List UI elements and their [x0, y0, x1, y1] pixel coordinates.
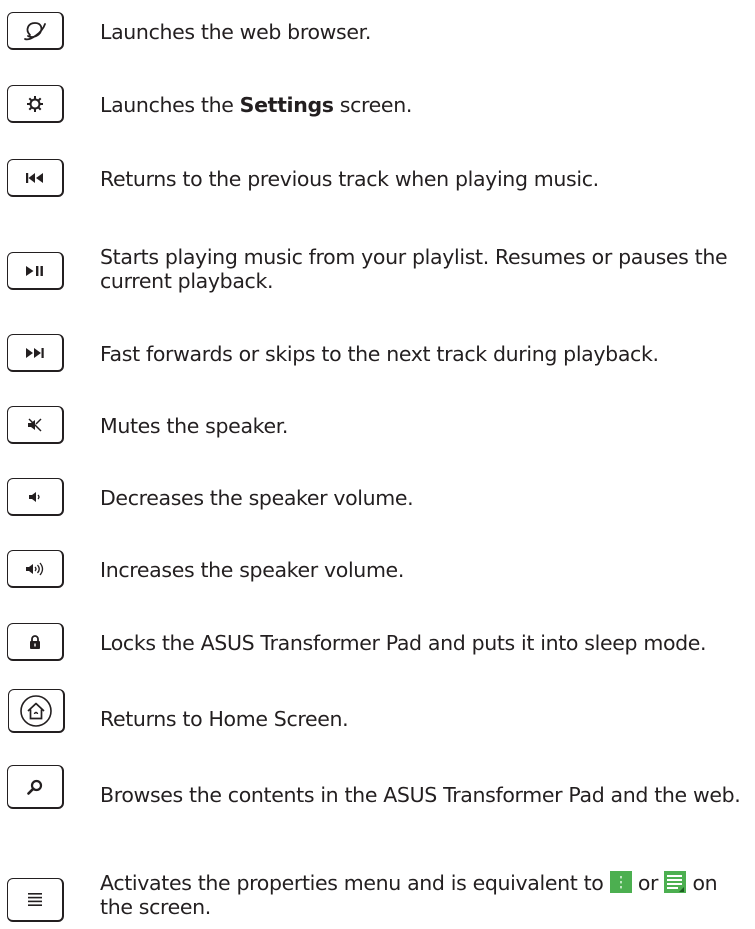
item-description: Mutes the speaker.	[100, 414, 289, 438]
item-description: Launches the web browser.	[100, 20, 372, 44]
item-description: Returns to the previous track when playi…	[100, 167, 599, 191]
options-menu-icon	[664, 871, 687, 893]
settings-bold-label: Settings	[239, 93, 334, 117]
play-pause-key	[7, 252, 64, 290]
mute-key	[7, 406, 64, 444]
lock-key	[7, 623, 64, 661]
previous-track-key	[7, 159, 64, 197]
play-pause-icon	[26, 265, 44, 276]
settings-key	[7, 85, 64, 123]
menu-key	[7, 878, 64, 922]
lock-icon	[29, 634, 41, 649]
next-track-icon	[26, 347, 44, 358]
item-description: Activates the properties menu and is equ…	[100, 871, 750, 919]
search-key	[7, 765, 64, 809]
previous-track-icon	[26, 172, 44, 183]
item-description: Browses the contents in the ASUS Transfo…	[100, 783, 741, 807]
volume-down-key	[7, 478, 64, 516]
home-icon	[19, 694, 53, 728]
volume-down-icon	[28, 491, 42, 503]
item-description: Increases the speaker volume.	[100, 558, 404, 582]
text-before: Activates the properties menu and is equ…	[100, 871, 610, 895]
volume-up-key	[7, 550, 64, 588]
item-description: Starts playing music from your playlist.…	[100, 245, 728, 293]
item-description: Decreases the speaker volume.	[100, 486, 414, 510]
web-browser-key	[7, 12, 64, 50]
next-track-key	[7, 334, 64, 372]
text-before: Launches the	[100, 93, 240, 117]
gear-icon	[26, 95, 44, 113]
search-icon	[27, 779, 43, 795]
globe-icon	[22, 20, 48, 42]
home-key	[8, 689, 65, 733]
overflow-menu-icon	[609, 871, 632, 893]
text-mid: or	[631, 871, 665, 895]
menu-icon	[28, 893, 42, 906]
item-description: Fast forwards or skips to the next track…	[100, 342, 659, 366]
text-after: screen.	[333, 93, 413, 117]
item-description: Returns to Home Screen.	[100, 707, 349, 731]
item-description: Locks the ASUS Transformer Pad and puts …	[100, 631, 707, 655]
item-description: Launches the Settings screen.	[100, 93, 750, 117]
mute-icon	[27, 418, 43, 432]
volume-up-icon	[25, 562, 45, 576]
